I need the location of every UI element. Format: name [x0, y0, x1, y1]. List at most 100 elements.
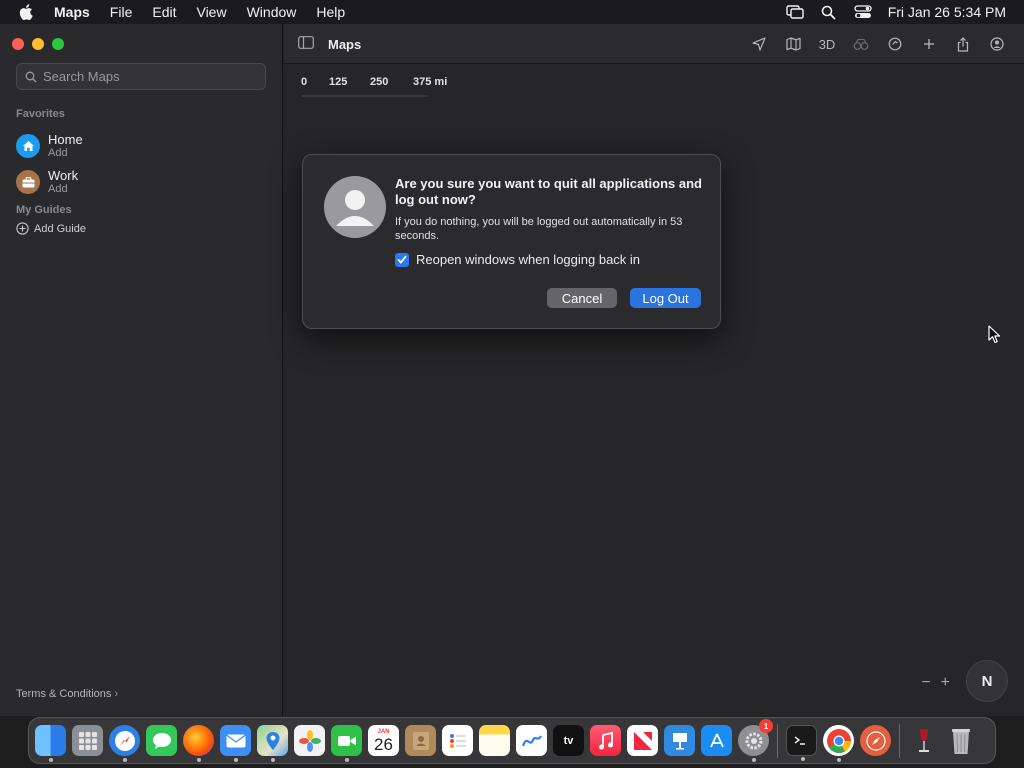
favorite-work[interactable]: Work Add — [16, 168, 78, 196]
home-icon — [16, 134, 40, 158]
user-avatar-icon — [324, 176, 386, 238]
map-mode-icon[interactable] — [776, 24, 810, 64]
location-arrow-icon[interactable] — [742, 24, 776, 64]
apple-tv-label: tv — [563, 734, 574, 747]
minimize-window-button[interactable] — [32, 38, 44, 50]
safari-icon[interactable] — [109, 725, 140, 762]
contacts-icon[interactable] — [405, 725, 436, 756]
chrome-icon[interactable] — [823, 725, 854, 762]
close-window-button[interactable] — [12, 38, 24, 50]
window-controls — [12, 38, 64, 50]
search-field[interactable] — [16, 63, 266, 90]
add-guide-label: Add Guide — [34, 222, 86, 235]
menu-bar-clock[interactable]: Fri Jan 26 5:34 PM — [880, 4, 1024, 20]
spotlight-search-icon[interactable] — [812, 0, 846, 24]
scale-label-125: 125 — [329, 76, 348, 88]
map-scale: 0 125 250 375 mi — [301, 76, 447, 88]
menu-edit[interactable]: Edit — [142, 0, 186, 24]
account-icon[interactable] — [980, 24, 1014, 64]
screen-mirroring-icon[interactable] — [778, 0, 812, 24]
my-guides-header: My Guides — [16, 204, 72, 216]
scale-label-0: 0 — [301, 76, 308, 88]
maps-icon[interactable] — [257, 725, 288, 762]
control-center-icon[interactable] — [846, 0, 880, 24]
system-settings-icon[interactable]: 1 — [738, 719, 773, 762]
favorite-work-title: Work — [48, 168, 79, 183]
log-out-button[interactable]: Log Out — [630, 288, 701, 308]
launchpad-icon[interactable] — [72, 725, 103, 756]
track-icon[interactable] — [878, 24, 912, 64]
zoom-out-button[interactable]: − — [921, 674, 930, 692]
reopen-windows-checkbox-row[interactable]: Reopen windows when logging back in — [395, 252, 640, 267]
menu-bar: Maps File Edit View Window Help Fri Jan … — [0, 0, 1024, 24]
calendar-day-label: 26 — [374, 734, 393, 754]
look-around-icon[interactable] — [844, 24, 878, 64]
scale-label-375: 375 mi — [413, 76, 448, 88]
trash-icon[interactable] — [945, 725, 976, 756]
terms-label: Terms & Conditions — [16, 688, 112, 700]
keynote-icon[interactable] — [664, 725, 695, 756]
apple-tv-icon[interactable]: tv — [553, 725, 584, 756]
firefox-icon[interactable] — [183, 725, 214, 762]
notes-icon[interactable] — [479, 725, 510, 756]
cancel-button[interactable]: Cancel — [547, 288, 617, 308]
finder-icon[interactable] — [35, 725, 66, 762]
share-icon[interactable] — [946, 24, 980, 64]
briefcase-icon — [16, 170, 40, 194]
scale-bar — [302, 94, 428, 97]
zoom-controls: − + — [921, 674, 950, 692]
reopen-windows-checkbox[interactable] — [395, 252, 409, 267]
favorite-home-subtitle: Add — [48, 147, 68, 159]
music-icon[interactable] — [590, 725, 621, 756]
compass-app-icon[interactable] — [860, 725, 891, 756]
favorite-home-title: Home — [48, 132, 83, 147]
wine-icon[interactable] — [908, 725, 939, 756]
menu-file[interactable]: File — [100, 0, 143, 24]
toolbar: Maps 3D — [284, 24, 1024, 64]
mail-icon[interactable] — [220, 725, 251, 762]
window-title: Maps — [328, 37, 362, 52]
add-icon[interactable] — [912, 24, 946, 64]
sidebar-toggle-icon[interactable] — [298, 36, 314, 54]
compass-button[interactable]: N — [966, 660, 1008, 702]
menu-maps[interactable]: Maps — [44, 0, 100, 24]
dock-separator — [777, 723, 778, 758]
dock-separator-2 — [899, 723, 900, 758]
sidebar: Favorites Home Add Work Add My Guides Ad… — [0, 24, 283, 716]
news-icon[interactable] — [627, 725, 658, 756]
dialog-message: If you do nothing, you will be logged ou… — [395, 216, 683, 242]
messages-icon[interactable] — [146, 725, 177, 756]
reminders-icon[interactable] — [442, 725, 473, 756]
checkmark-icon — [397, 255, 407, 264]
scale-label-250: 250 — [370, 76, 389, 88]
chevron-right-icon: › — [114, 688, 119, 700]
apple-menu-icon[interactable] — [8, 0, 44, 24]
terminal-icon[interactable] — [786, 725, 817, 761]
terms-and-conditions-link[interactable]: Terms & Conditions › — [16, 688, 118, 700]
dialog-title: Are you sure you want to quit all applic… — [395, 176, 702, 207]
menu-view[interactable]: View — [186, 0, 236, 24]
reopen-windows-label: Reopen windows when logging back in — [416, 252, 641, 267]
facetime-icon[interactable] — [331, 725, 362, 762]
maps-window: Favorites Home Add Work Add My Guides Ad… — [0, 24, 1024, 716]
menu-window[interactable]: Window — [237, 0, 307, 24]
search-input[interactable] — [43, 69, 243, 84]
compass-north-label: N — [981, 672, 993, 690]
menu-help[interactable]: Help — [306, 0, 355, 24]
favorite-home[interactable]: Home Add — [16, 132, 83, 160]
3d-toggle-button[interactable]: 3D — [810, 24, 844, 64]
app-store-icon[interactable] — [701, 725, 732, 756]
calendar-icon[interactable]: JAN 26 — [368, 725, 399, 756]
freeform-icon[interactable] — [516, 725, 547, 756]
dock: JAN 26 tv 1 — [28, 717, 996, 764]
favorite-work-subtitle: Add — [48, 183, 68, 195]
search-icon — [25, 71, 37, 82]
favorites-header: Favorites — [16, 108, 65, 120]
add-guide-button[interactable]: Add Guide — [16, 222, 86, 235]
photos-icon[interactable] — [294, 725, 325, 756]
zoom-in-button[interactable]: + — [941, 674, 950, 692]
mouse-pointer-icon — [988, 325, 1001, 349]
zoom-window-button[interactable] — [52, 38, 64, 50]
add-circle-icon — [16, 222, 29, 235]
notification-badge: 1 — [759, 719, 773, 733]
